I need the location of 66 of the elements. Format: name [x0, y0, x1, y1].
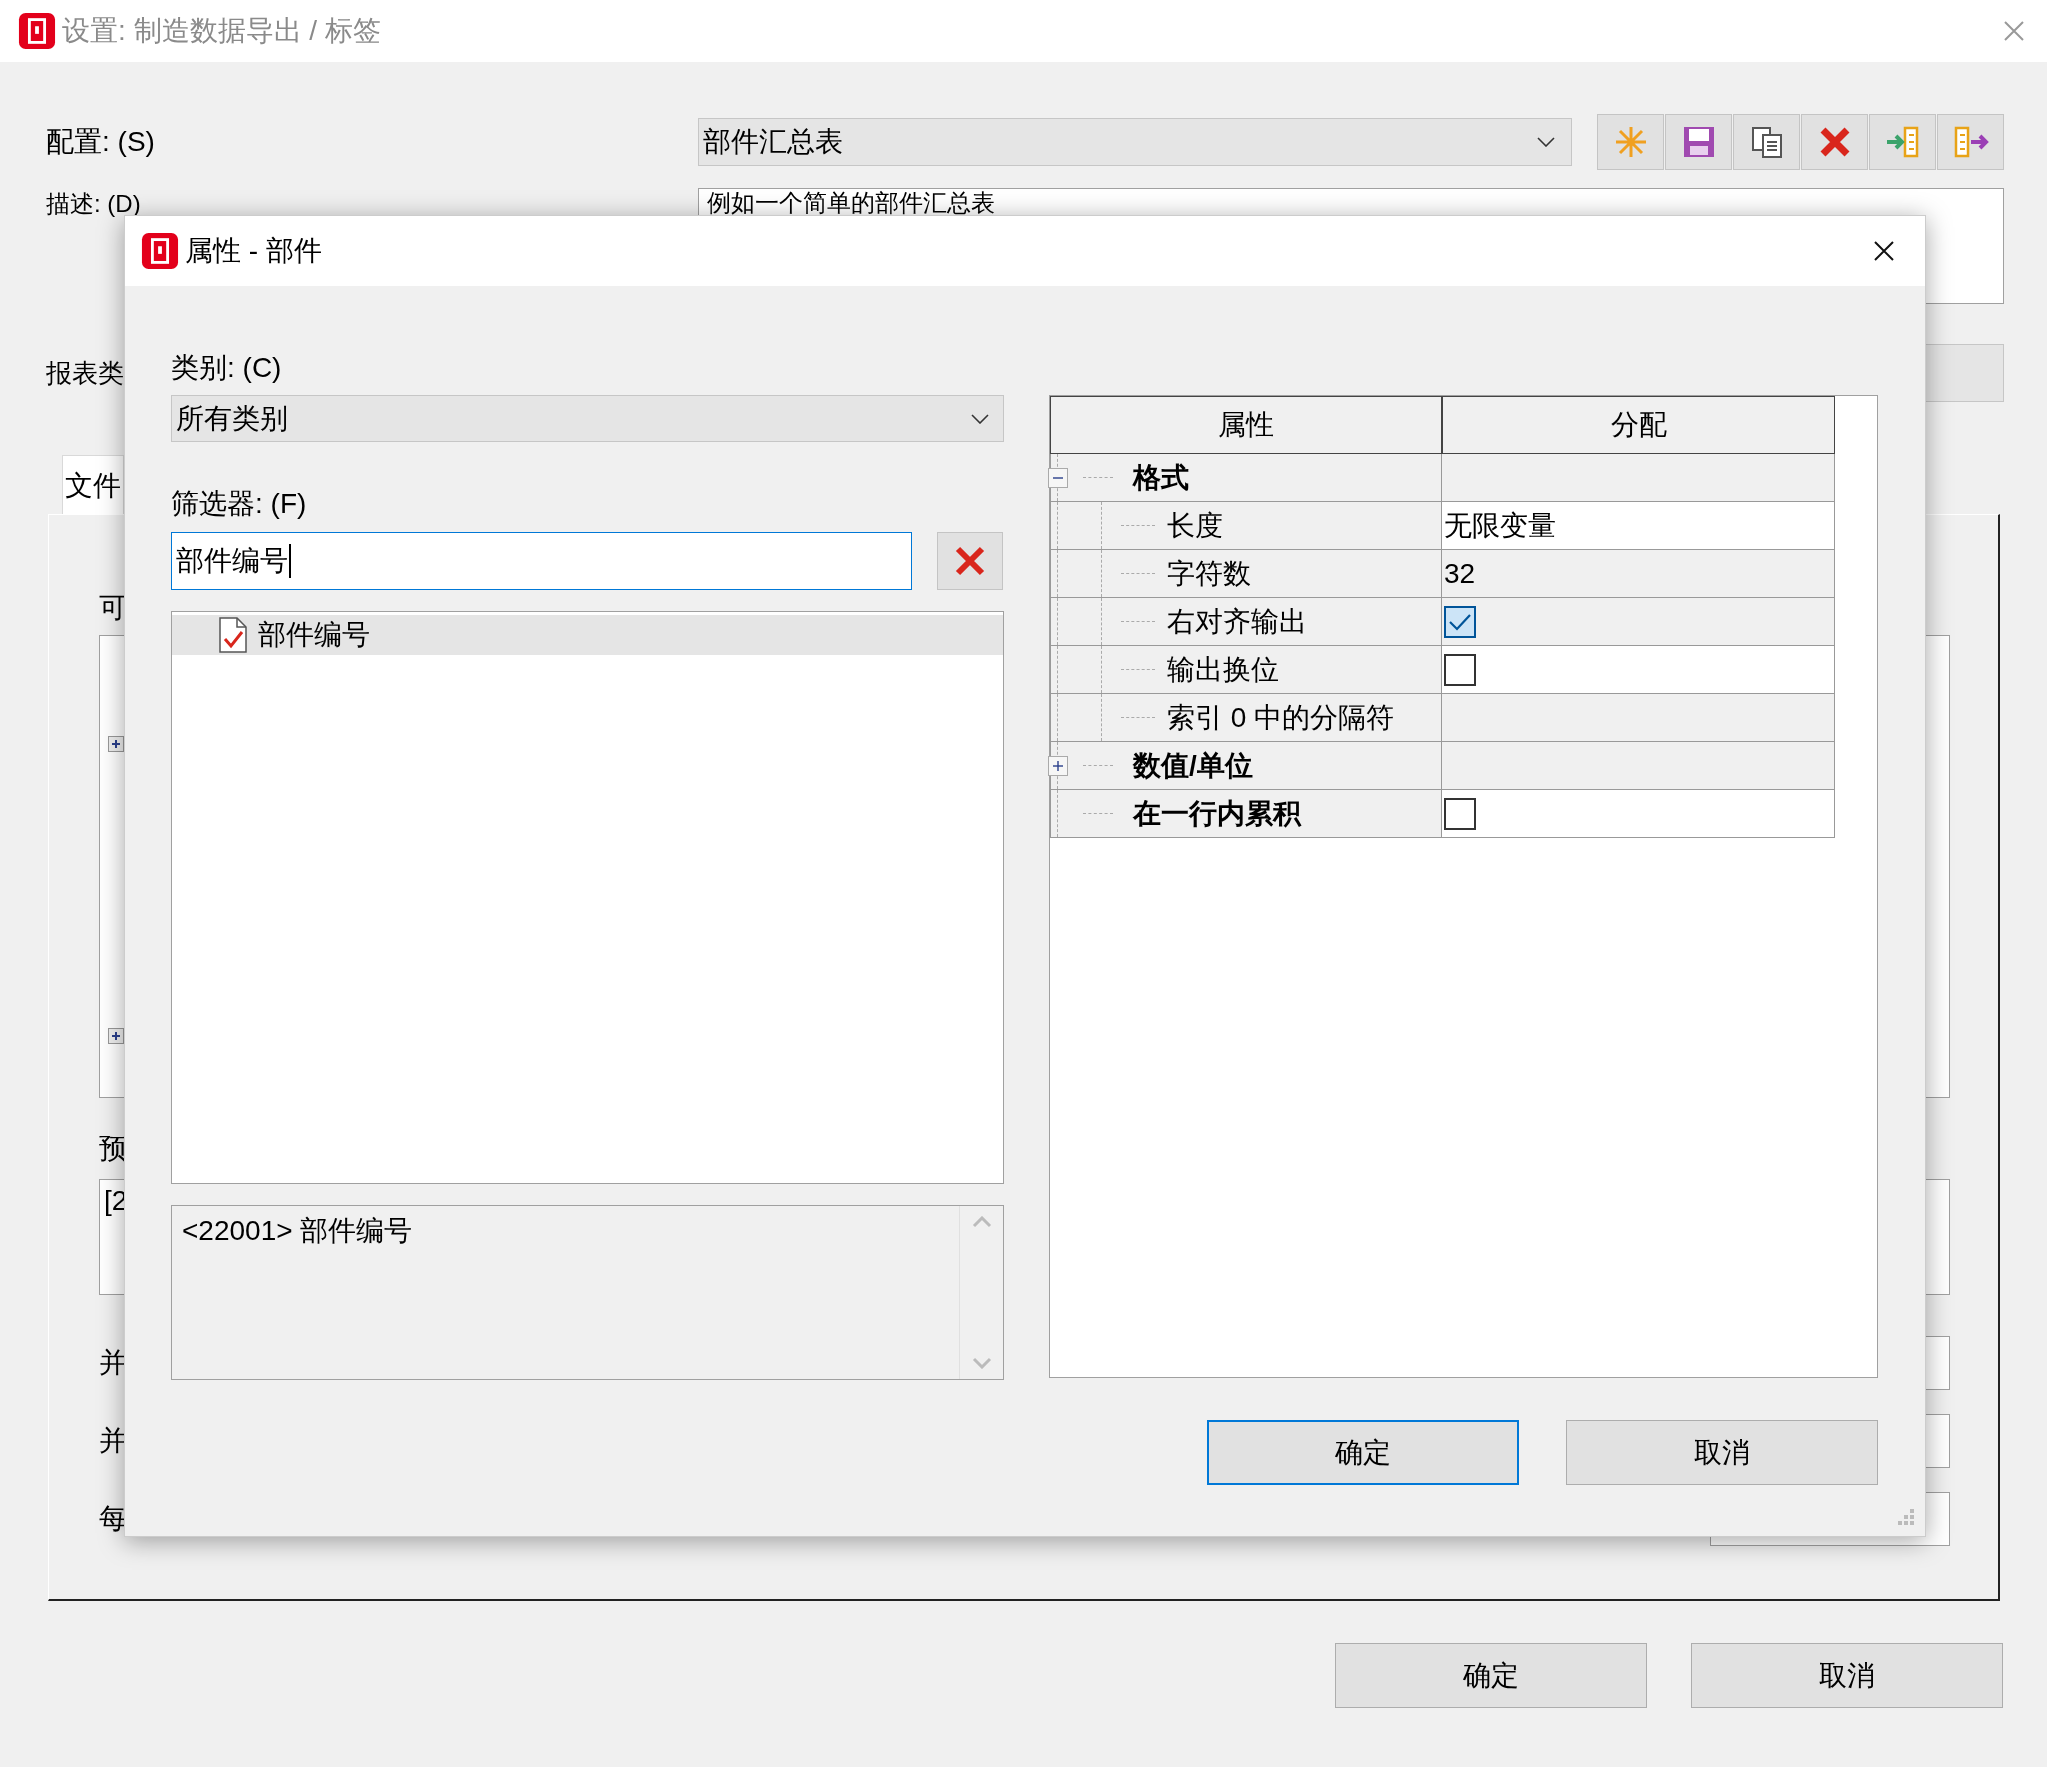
property-name: 格式 [1133, 460, 1189, 495]
config-label: 配置: (S) [46, 125, 156, 159]
filter-field[interactable]: 部件编号 [171, 532, 912, 590]
list-label: 可 [99, 593, 127, 623]
value-cell[interactable] [1442, 742, 1835, 790]
document-check-icon [218, 617, 248, 653]
category-label: 类别: (C) [171, 351, 283, 385]
value-cell[interactable] [1442, 646, 1835, 694]
property-name: 数值/单位 [1133, 748, 1253, 783]
caret-icon [1537, 137, 1555, 147]
report-type-label: 报表类 [46, 356, 124, 390]
toolbar-button[interactable] [1801, 114, 1868, 170]
property-name: 输出换位 [1167, 652, 1279, 687]
app-icon [18, 12, 56, 50]
expand-icon[interactable] [108, 1028, 124, 1044]
toolbar-button[interactable] [1665, 114, 1732, 170]
property-name: 长度 [1167, 508, 1223, 543]
preview-label: 预 [99, 1134, 127, 1164]
clear-button[interactable] [937, 532, 1003, 590]
column-header[interactable]: 属性 [1050, 396, 1442, 454]
value-cell[interactable] [1442, 790, 1835, 838]
property-name: 索引 0 中的分隔符 [1167, 700, 1395, 735]
close-icon[interactable] [1873, 240, 1895, 262]
option-label: 并 [99, 1424, 127, 1458]
option-label: 并 [99, 1346, 127, 1380]
value-cell[interactable] [1442, 694, 1835, 742]
category-dropdown[interactable]: 所有类别 [171, 395, 1004, 442]
value-cell[interactable] [1442, 454, 1835, 502]
app-icon [141, 232, 179, 270]
value-cell[interactable]: 32 [1442, 550, 1835, 598]
ok-button[interactable]: 确定 [1335, 1643, 1647, 1708]
window-title: 设置: 制造数据导出 / 标签 [62, 14, 381, 48]
result-item[interactable]: 部件编号 [172, 615, 1003, 655]
resize-grip-icon[interactable] [1897, 1508, 1915, 1526]
checkbox[interactable] [1444, 797, 1476, 830]
info-text: <22001> 部件编号 [181, 1214, 414, 1248]
column-header[interactable]: 分配 [1442, 396, 1835, 454]
toolbar-button[interactable] [1733, 114, 1800, 170]
expand-icon[interactable] [1048, 755, 1068, 776]
filter-label: 筛选器: (F) [171, 487, 308, 521]
dialog-title: 属性 - 部件 [185, 234, 322, 268]
cancel-button[interactable]: 取消 [1691, 1643, 2003, 1708]
collapse-icon[interactable] [1048, 467, 1068, 488]
ok-button[interactable]: 确定 [1207, 1420, 1519, 1485]
expand-icon[interactable] [108, 736, 124, 752]
property-name: 在一行内累积 [1133, 796, 1301, 831]
value-cell[interactable]: 无限变量 [1442, 502, 1835, 550]
tab[interactable]: 文件 [62, 455, 124, 514]
import-icon [1884, 125, 1921, 159]
checkbox[interactable] [1444, 653, 1476, 686]
property-name: 右对齐输出 [1167, 604, 1307, 639]
toolbar-button[interactable] [1869, 114, 1936, 170]
asterisk-icon [1613, 125, 1648, 159]
copy-icon [1749, 125, 1784, 159]
description-label: 描述: (D) [46, 189, 142, 218]
checkbox[interactable] [1444, 605, 1476, 638]
property-name: 字符数 [1167, 556, 1251, 591]
value-cell[interactable] [1442, 598, 1835, 646]
save-icon [1681, 125, 1716, 159]
config-dropdown[interactable]: 部件汇总表 [698, 118, 1572, 166]
export-icon [1952, 125, 1989, 159]
clear-icon [954, 545, 986, 577]
toolbar-button[interactable] [1937, 114, 2004, 170]
option-label: 每 [99, 1502, 127, 1536]
caret-icon [971, 413, 989, 424]
cancel-button[interactable]: 取消 [1566, 1420, 1878, 1485]
